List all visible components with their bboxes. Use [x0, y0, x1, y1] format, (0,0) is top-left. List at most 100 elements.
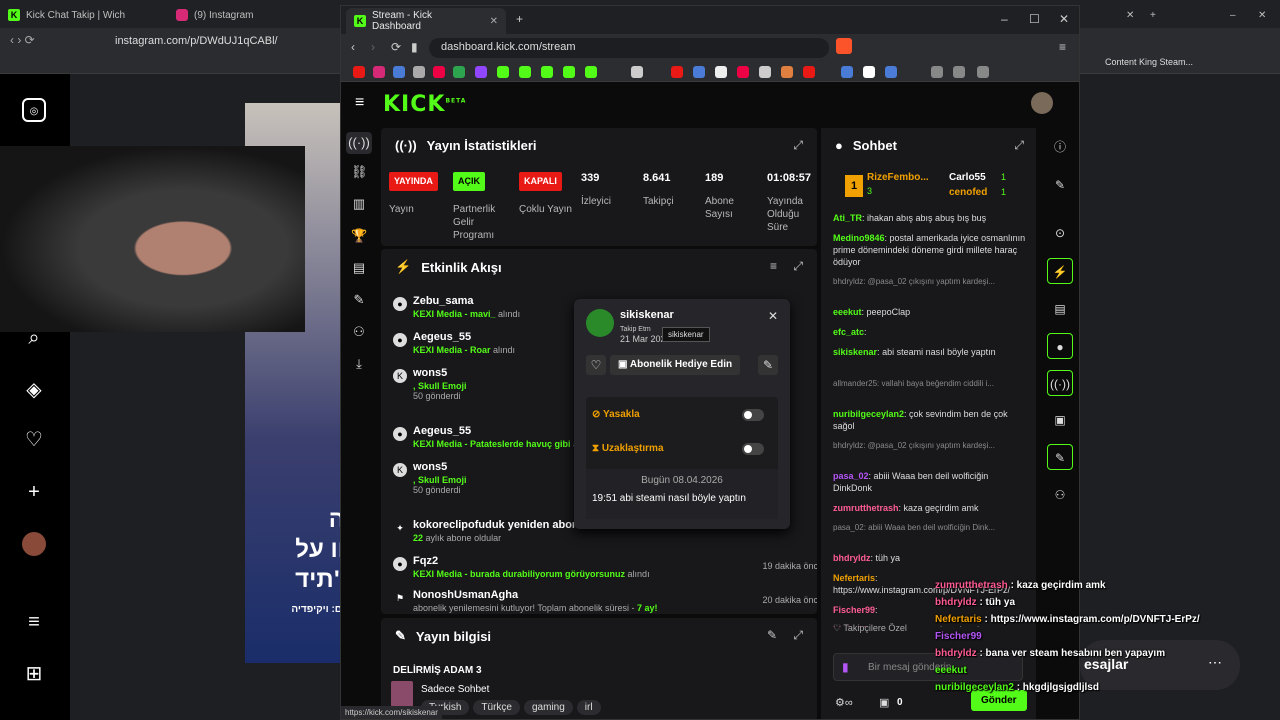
chat-message[interactable]: eeekut: peepoClap: [833, 306, 1028, 318]
chat-message[interactable]: nuribilgeceylan2: çok sevindim ben de ço…: [833, 408, 1028, 432]
chat-reply-context[interactable]: pasa_02: abiii Waaa ben deil wolficiğin …: [833, 522, 1028, 534]
ban-toggle[interactable]: [742, 409, 764, 421]
gifter-name[interactable]: Carlo55: [949, 172, 986, 183]
bookmark-icon[interactable]: [413, 66, 425, 78]
chat-username[interactable]: Nefertaris: [833, 573, 875, 583]
activity-event[interactable]: ⚑ NonoshUsmanAgha abonelik yenilemesini ku…: [393, 589, 817, 614]
kick-bookmark-icon[interactable]: [497, 66, 509, 78]
folder-icon[interactable]: [953, 66, 965, 78]
wrench-icon[interactable]: ✎: [351, 292, 367, 308]
popout-icon[interactable]: ⤢: [793, 138, 803, 153]
chat-username[interactable]: bhdryldz: [833, 553, 871, 563]
settings-icon[interactable]: ⚙∞: [835, 696, 853, 709]
bookmark-icon[interactable]: [781, 66, 793, 78]
bookmark-icon[interactable]: [885, 66, 897, 78]
chat-username[interactable]: pasa_02: [833, 471, 869, 481]
back-icon[interactable]: ‹ › ⟳: [10, 33, 35, 47]
close-tab-icon[interactable]: ✕: [490, 16, 498, 27]
minimize-icon[interactable]: –: [1222, 4, 1244, 26]
link-icon[interactable]: ⛓: [351, 164, 368, 180]
folder-icon[interactable]: [977, 66, 989, 78]
timeout-toggle[interactable]: [742, 443, 764, 455]
notes-icon[interactable]: ▤: [1047, 296, 1073, 322]
popout-icon[interactable]: ⤢: [1014, 138, 1024, 153]
close-icon[interactable]: ✕: [768, 309, 778, 323]
tag[interactable]: irl: [576, 700, 601, 715]
explore-icon[interactable]: ◈: [22, 378, 46, 402]
background-tab-1[interactable]: K Kick Chat Takip | Wich: [0, 4, 165, 26]
tag[interactable]: gaming: [523, 700, 573, 715]
tab-kick-dashboard[interactable]: K Stream - Kick Dashboard ✕: [346, 8, 506, 34]
analytics-icon[interactable]: ▥: [351, 196, 367, 212]
url-field[interactable]: dashboard.kick.com/stream: [429, 38, 829, 58]
chat-username[interactable]: efc_atc: [833, 327, 864, 337]
chat-reply-context[interactable]: bhdryldz: @pasa_02 çıkışını yaptım karde…: [833, 276, 1028, 288]
background-tab-2[interactable]: (9) Instagram: [168, 4, 333, 26]
chat-reply-context[interactable]: bhdryldz: @pasa_02 çıkışını yaptım karde…: [833, 440, 1028, 452]
bookmark-icon[interactable]: [759, 66, 771, 78]
kick-bookmark-icon[interactable]: [541, 66, 553, 78]
back-icon[interactable]: ‹: [351, 40, 355, 54]
menu-icon[interactable]: ≡: [1059, 40, 1066, 54]
gift-icon[interactable]: ▣: [879, 696, 889, 709]
bookmark-icon[interactable]: [393, 66, 405, 78]
bookmark-icon[interactable]: [353, 66, 365, 78]
maximize-icon[interactable]: ☐: [1029, 12, 1040, 26]
bookmark-icon[interactable]: [631, 66, 643, 78]
heart-icon[interactable]: ♡: [22, 428, 46, 452]
video-icon[interactable]: ▤: [351, 260, 367, 276]
bookmark-icon[interactable]: ▮: [411, 40, 418, 54]
filter-icon[interactable]: ≡: [770, 259, 777, 273]
kick-bookmark-icon[interactable]: [585, 66, 597, 78]
new-tab-icon[interactable]: +: [1142, 4, 1164, 26]
chat-username[interactable]: sikiskenar: [833, 347, 877, 357]
camera-icon[interactable]: ⊙: [1047, 220, 1073, 246]
chat-message[interactable]: Ati_TR: ihakan abış abış abuş bış buş: [833, 212, 1028, 224]
users-icon[interactable]: ⚇: [351, 324, 367, 340]
background-url[interactable]: instagram.com/p/DWdUJ1qCABl/: [115, 35, 278, 47]
close-tab-icon[interactable]: ✕: [1118, 4, 1142, 26]
bookmark-icon[interactable]: [803, 66, 815, 78]
edit-icon[interactable]: ✎: [1047, 172, 1073, 198]
instagram-logo-icon[interactable]: ◎: [22, 98, 46, 122]
brave-shield-icon[interactable]: [836, 38, 852, 54]
forward-icon[interactable]: ›: [371, 40, 375, 54]
chat-username[interactable]: zumrutthetrash: [833, 503, 899, 513]
chat-username[interactable]: Medino9846: [833, 233, 885, 243]
apps-icon[interactable]: ⊞: [22, 662, 46, 686]
chat-message[interactable]: pasa_02: abiii Waaa ben deil wolficiğin …: [833, 470, 1028, 494]
bookmark-content-king[interactable]: Content King Steam...: [1105, 57, 1193, 67]
tag[interactable]: Türkçe: [473, 700, 520, 715]
chat-message[interactable]: sikiskenar: abi steami nasıl böyle yaptı…: [833, 346, 1028, 358]
trophy-icon[interactable]: 🏆: [351, 228, 367, 244]
create-icon[interactable]: +: [22, 480, 46, 504]
gifter-name[interactable]: RizeFembo...: [867, 172, 929, 183]
folder-icon[interactable]: [931, 66, 943, 78]
bookmark-icon[interactable]: [433, 66, 445, 78]
share-icon[interactable]: ⚇: [1047, 482, 1073, 508]
reload-icon[interactable]: ⟳: [391, 40, 401, 54]
upload-icon[interactable]: ⤓: [351, 356, 367, 372]
follow-heart-button[interactable]: ♡: [586, 355, 606, 375]
chat-message[interactable]: bhdryldz: tüh ya: [833, 552, 1028, 564]
mod-tools-icon[interactable]: ✎: [758, 355, 778, 375]
kick-bookmark-icon[interactable]: [563, 66, 575, 78]
profile-avatar[interactable]: [22, 532, 46, 556]
user-avatar[interactable]: [1031, 92, 1053, 114]
gift-subscription-button[interactable]: ▣ Abonelik Hediye Edin: [610, 355, 741, 375]
bookmark-icon[interactable]: [453, 66, 465, 78]
popup-username[interactable]: sikiskenar: [620, 309, 674, 321]
chat-message[interactable]: Medino9846: postal amerikada iyice osman…: [833, 232, 1028, 268]
broadcast-icon[interactable]: ((·)): [1047, 370, 1073, 396]
popout-icon[interactable]: ⤢: [793, 628, 803, 643]
bookmark-icon[interactable]: [715, 66, 727, 78]
hamburger-menu-icon[interactable]: ≡: [355, 94, 364, 112]
chat-icon[interactable]: ●: [1047, 333, 1073, 359]
more-icon[interactable]: ⋯: [1208, 654, 1222, 671]
bookmark-icon[interactable]: [863, 66, 875, 78]
close-window-icon[interactable]: ✕: [1250, 4, 1274, 26]
chat-username[interactable]: eeekut: [833, 307, 862, 317]
chat-username[interactable]: Ati_TR: [833, 213, 862, 223]
bookmark-icon[interactable]: [841, 66, 853, 78]
edit-icon[interactable]: ✎: [767, 628, 777, 642]
